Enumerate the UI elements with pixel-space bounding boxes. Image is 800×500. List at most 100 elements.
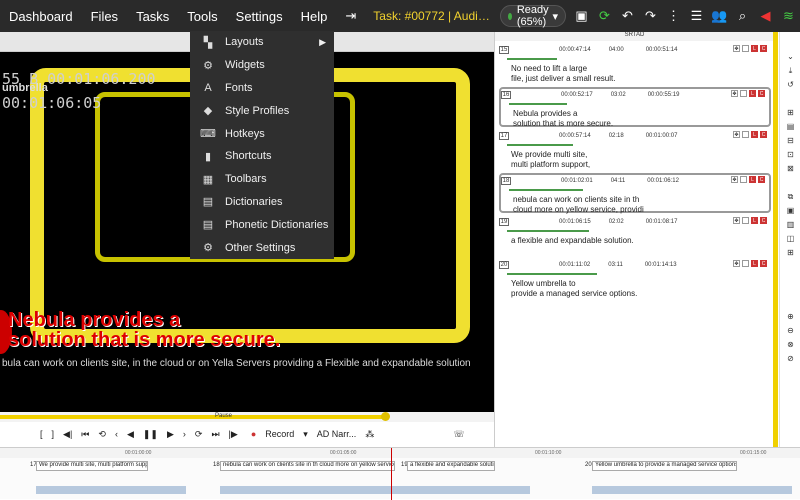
prev-mark-icon[interactable]: ◀| bbox=[63, 429, 72, 440]
status-dropdown[interactable]: Ready (65%) ▾ bbox=[499, 4, 566, 28]
pause-icon[interactable]: ❚❚ bbox=[143, 429, 158, 440]
menu-tasks[interactable]: Tasks bbox=[127, 9, 178, 24]
checkbox-icon[interactable] bbox=[742, 260, 749, 267]
segment-start[interactable]: 00:01:06:15 bbox=[559, 219, 591, 225]
skip-back-icon[interactable]: ⏮ bbox=[81, 429, 89, 440]
segment-end[interactable]: 00:01:00:07 bbox=[646, 133, 678, 139]
checkbox-icon[interactable] bbox=[740, 90, 747, 97]
segment-text[interactable]: We provide multi site, multi platform sup… bbox=[511, 150, 590, 170]
move-icon[interactable]: ✥ bbox=[733, 217, 740, 224]
timeline-block[interactable]: Yellow umbrella to provide a managed ser… bbox=[592, 461, 737, 471]
segment-text[interactable]: a flexible and expandable solution. bbox=[511, 236, 634, 246]
lock-icon[interactable]: L bbox=[751, 217, 758, 224]
bracket-in-icon[interactable]: [ bbox=[40, 429, 43, 439]
caption-icon[interactable]: C bbox=[758, 90, 765, 97]
lock-icon[interactable]: L bbox=[749, 176, 756, 183]
menu-item-dictionaries[interactable]: ▤ Dictionaries bbox=[190, 191, 334, 214]
menu-files[interactable]: Files bbox=[82, 9, 127, 24]
lock-icon[interactable]: L bbox=[751, 45, 758, 52]
lock-icon[interactable]: L bbox=[751, 260, 758, 267]
timeline-block[interactable]: a flexible and expandable solution. bbox=[407, 461, 495, 471]
sidebar-icon-3[interactable]: ↺ bbox=[780, 80, 800, 94]
lock-icon[interactable]: L bbox=[751, 131, 758, 138]
undo-icon[interactable]: ↶ bbox=[616, 8, 639, 24]
playhead[interactable] bbox=[391, 448, 392, 500]
caption-icon[interactable]: C bbox=[760, 45, 767, 52]
play-icon[interactable]: ▶ bbox=[167, 429, 174, 440]
segment-text[interactable]: Nebula provides a solution that is more s… bbox=[513, 109, 613, 129]
sidebar-icon-2[interactable]: ⤓ bbox=[780, 66, 800, 80]
record-user-icon[interactable]: ● bbox=[251, 429, 256, 439]
dots-icon[interactable]: ⋮ bbox=[662, 8, 685, 24]
segment-start[interactable]: 00:01:11:02 bbox=[559, 262, 590, 268]
next-mark-icon[interactable]: |▶ bbox=[229, 429, 238, 440]
segment-start[interactable]: 00:00:57:14 bbox=[559, 133, 591, 139]
exit-icon[interactable]: ⇥ bbox=[336, 8, 365, 24]
segment-card[interactable]: 17 00:00:57:14 02:18 00:01:00:07 ✥ L C We provi… bbox=[499, 130, 771, 170]
sidebar-icon-4[interactable]: ⊞ bbox=[780, 108, 800, 122]
menu-item-fonts[interactable]: A Fonts bbox=[190, 77, 334, 100]
lock-icon[interactable]: L bbox=[749, 90, 756, 97]
move-icon[interactable]: ✥ bbox=[731, 90, 738, 97]
menu-item-style-profiles[interactable]: ◆ Style Profiles bbox=[190, 99, 334, 122]
segment-card[interactable]: 19 00:01:06:15 02:02 00:01:08:17 ✥ L Ca flexib… bbox=[499, 216, 771, 256]
move-icon[interactable]: ✥ bbox=[733, 260, 740, 267]
back-frame-icon[interactable]: ◀ bbox=[127, 429, 134, 440]
segment-start[interactable]: 00:01:02:01 bbox=[561, 178, 593, 184]
segment-card[interactable]: 15 00:00:47:14 04:00 00:00:51:14 ✥ L C No need … bbox=[499, 44, 771, 84]
speaker-icon[interactable]: ◀ bbox=[754, 8, 777, 24]
sidebar-icon-17[interactable]: ⊘ bbox=[780, 354, 800, 368]
segment-start[interactable]: 00:00:52:17 bbox=[561, 92, 593, 98]
move-icon[interactable]: ✥ bbox=[733, 131, 740, 138]
menu-item-phonetic-dictionaries[interactable]: ▤ Phonetic Dictionaries bbox=[190, 213, 334, 236]
step-forward-icon[interactable]: › bbox=[183, 429, 186, 439]
rewind-icon[interactable]: ⟲ bbox=[98, 429, 106, 440]
caption-icon[interactable]: C bbox=[760, 217, 767, 224]
chevron-down-icon[interactable]: ▾ bbox=[303, 429, 308, 440]
menu-settings[interactable]: Settings bbox=[227, 9, 292, 24]
segment-text[interactable]: No need to lift a large file, just delive… bbox=[511, 64, 615, 84]
menu-tools[interactable]: Tools bbox=[178, 9, 226, 24]
sidebar-icon-6[interactable]: ⊟ bbox=[780, 136, 800, 150]
bracket-out-icon[interactable]: ] bbox=[52, 429, 55, 439]
record-label[interactable]: Record bbox=[265, 429, 294, 439]
menu-item-toolbars[interactable]: ▦ Toolbars bbox=[190, 168, 334, 191]
panel-divider[interactable] bbox=[773, 32, 778, 447]
timeline-block[interactable]: We provide multi site, multi platform su… bbox=[36, 461, 148, 471]
menu-item-hotkeys[interactable]: ⌨ Hotkeys bbox=[190, 122, 334, 145]
move-icon[interactable]: ✥ bbox=[731, 176, 738, 183]
segment-end[interactable]: 00:01:06:12 bbox=[647, 178, 679, 184]
caption-icon[interactable]: C bbox=[760, 260, 767, 267]
segment-end[interactable]: 00:00:51:14 bbox=[646, 47, 678, 53]
group-icon[interactable]: ⁂ bbox=[365, 429, 374, 440]
segment-start[interactable]: 00:00:47:14 bbox=[559, 47, 591, 53]
phone-icon[interactable]: ☏ bbox=[453, 429, 464, 440]
sidebar-icon-1[interactable]: ⌄ bbox=[780, 52, 800, 66]
sidebar-icon-8[interactable]: ⊠ bbox=[780, 164, 800, 178]
sidebar-icon-16[interactable]: ⊗ bbox=[780, 340, 800, 354]
list-icon[interactable]: ☰ bbox=[685, 8, 708, 24]
segment-end[interactable]: 00:00:55:19 bbox=[648, 92, 680, 98]
caption-icon[interactable]: C bbox=[760, 131, 767, 138]
seek-bar[interactable]: Pause bbox=[0, 412, 494, 422]
segment-end[interactable]: 00:01:08:17 bbox=[646, 219, 678, 225]
forward-icon[interactable]: ⟳ bbox=[195, 429, 203, 440]
menu-dashboard[interactable]: Dashboard bbox=[0, 9, 82, 24]
segment-card[interactable]: 16 00:00:52:17 03:02 00:00:55:19 ✥ L C Nebula p… bbox=[499, 87, 771, 129]
sidebar-icon-10[interactable]: ▣ bbox=[780, 206, 800, 220]
sidebar-icon-11[interactable]: ▥ bbox=[780, 220, 800, 234]
checkbox-icon[interactable] bbox=[742, 217, 749, 224]
sidebar-icon-15[interactable]: ⊖ bbox=[780, 326, 800, 340]
search-icon[interactable]: ⌕ bbox=[731, 8, 754, 24]
segment-text[interactable]: Yellow umbrella to provide a managed serv… bbox=[511, 279, 637, 299]
ad-narrator-label[interactable]: AD Narr... bbox=[317, 429, 357, 439]
seek-handle[interactable] bbox=[381, 412, 390, 421]
sync-icon[interactable]: ⟳ bbox=[593, 8, 616, 24]
segment-card[interactable]: 20 00:01:11:02 03:11 00:01:14:13 ✥ L C Yellow u… bbox=[499, 259, 771, 299]
sidebar-icon-9[interactable]: ⧉ bbox=[780, 192, 800, 206]
wifi-icon[interactable]: ≋ bbox=[777, 8, 800, 24]
caption-icon[interactable]: C bbox=[758, 176, 765, 183]
move-icon[interactable]: ✥ bbox=[733, 45, 740, 52]
checkbox-icon[interactable] bbox=[742, 131, 749, 138]
menu-item-widgets[interactable]: ⚙ Widgets bbox=[190, 54, 334, 77]
